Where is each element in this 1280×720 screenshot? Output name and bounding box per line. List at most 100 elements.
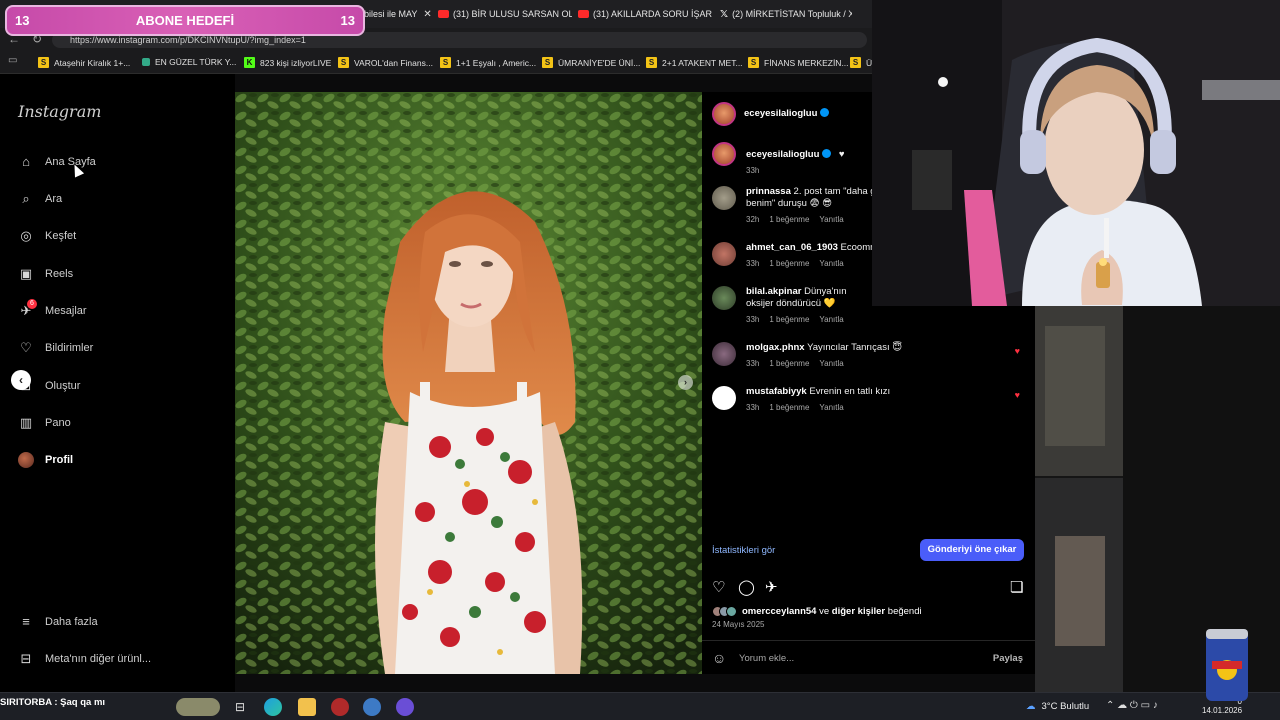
discord-icon[interactable] — [396, 698, 414, 716]
obs-icon[interactable] — [331, 698, 349, 716]
nav-notifications[interactable]: ♡ Bildirimler — [18, 338, 93, 358]
bookmark[interactable]: EN GÜZEL TÜRK Y... — [142, 57, 236, 67]
bookmark[interactable]: S VAROL'dan Finans... — [338, 57, 433, 68]
nav-profile[interactable]: Profil — [18, 450, 73, 470]
comment-item: mustafabiyyk Evrenin en tatlı kızı 33h 1 … — [712, 386, 1032, 416]
liked-heart-icon[interactable]: ♥ — [1015, 390, 1020, 400]
next-image-icon[interactable]: › — [678, 375, 693, 390]
comment-user[interactable]: ahmet_can_06_1903 — [746, 242, 838, 253]
comment-user[interactable]: prinnassa — [746, 186, 791, 197]
bookmark[interactable]: S Ataşehir Kiralık 1+... — [38, 57, 130, 68]
avatar[interactable] — [712, 342, 736, 366]
nav-label: Daha fazla — [45, 616, 98, 628]
nav-label: Keşfet — [45, 230, 77, 242]
system-tray-icons[interactable]: ⌃ ☁ ⏻ ▭ ♪ — [1106, 700, 1158, 711]
browser-tab[interactable]: bilesi ile MAY ✕ — [364, 5, 434, 23]
x-icon: 𝕏 — [720, 8, 729, 20]
bookmark-label: Ataşehir Kiralık 1+... — [54, 57, 131, 68]
close-icon[interactable]: ✕ — [423, 9, 431, 20]
post-author[interactable]: eceyesilaliogluu — [744, 108, 830, 119]
nav-label: Oluştur — [45, 380, 81, 392]
avatar[interactable] — [712, 102, 736, 126]
app-icon[interactable] — [363, 698, 381, 716]
comment-likes[interactable]: 1 beğenme — [769, 403, 809, 412]
bookmark[interactable]: S ÜMRANİYE'DE ÜNİ... — [542, 57, 640, 68]
bookmark-icon[interactable]: ❏ — [1010, 578, 1023, 596]
comment-likes[interactable]: 1 beğenme — [769, 315, 809, 324]
comment-time: 33h — [746, 359, 760, 368]
reply-button[interactable]: Yanıtla — [819, 259, 843, 268]
reply-button[interactable]: Yanıtla — [819, 215, 843, 224]
post-actions: ♡ ◯ ✈ ❏ — [712, 578, 1026, 596]
tab-label: (2) MİRKETİSTAN Topluluk / X — [732, 9, 852, 19]
liked-heart-icon[interactable]: ♥ — [1015, 346, 1020, 356]
nav-search[interactable]: ⌕ Ara — [18, 189, 62, 209]
comment-user[interactable]: molgax.phnx — [746, 342, 805, 353]
nav-more[interactable]: ≡ Daha fazla — [18, 612, 98, 632]
view-insights-link[interactable]: İstatistikleri gör — [712, 545, 775, 556]
comment-user[interactable]: mustafabiyyk — [746, 386, 807, 397]
nav-explore[interactable]: ◎ Keşfet — [18, 226, 76, 246]
comment-icon[interactable]: ◯ — [738, 578, 755, 596]
post-date: 24 Mayıs 2025 — [712, 620, 765, 629]
weather-widget[interactable]: ☁ 3°C Bulutlu — [1026, 701, 1089, 712]
avatar — [18, 452, 34, 468]
youtube-icon — [578, 10, 589, 18]
messenger-icon: ✈ 6 — [18, 299, 37, 319]
nav-meta-products[interactable]: ⊟ Meta'nın diğer ürünl... — [18, 649, 152, 669]
browser-tab[interactable]: (31) BİR ULUSU SARSAN OLA ✕ — [438, 5, 572, 23]
bookmark[interactable]: S FİNANS MERKEZİN... — [748, 57, 849, 68]
liked-by[interactable]: omercceylann54 ve diğer kişiler beğendi — [712, 606, 922, 617]
browser-tab[interactable]: 𝕏 (2) MİRKETİSTAN Topluluk / X ✕ — [720, 5, 852, 23]
nav-reels[interactable]: ▣ Reels — [18, 264, 73, 284]
avatar[interactable] — [712, 386, 736, 410]
caption-author[interactable]: eceyesilaliogluu — [746, 149, 819, 160]
bookmark[interactable]: SÜ — [850, 57, 872, 68]
liked-by-user[interactable]: omercceylann54 — [742, 606, 816, 617]
bookmark[interactable]: S 2+1 ATAKENT MET... — [646, 57, 743, 68]
liked-by-others[interactable]: diğer kişiler — [832, 606, 885, 617]
comment-likes[interactable]: 1 beğenme — [769, 259, 809, 268]
emoji-icon[interactable]: ☺ — [712, 650, 726, 666]
youtube-icon — [438, 10, 449, 18]
avatar[interactable] — [712, 242, 736, 266]
browser-tab[interactable]: (31) AKILLARDA SORU İŞARE ✕ — [578, 5, 712, 23]
bookmark-s-icon: S — [542, 57, 553, 68]
comment-likes[interactable]: 1 beğenme — [769, 215, 809, 224]
comment-input[interactable]: Yorum ekle... — [739, 653, 794, 664]
comment-text: Ecoomm — [840, 242, 876, 253]
post-photo[interactable]: › — [235, 92, 702, 674]
share-icon[interactable]: ✈ — [765, 578, 778, 596]
reply-button[interactable]: Yanıtla — [819, 403, 843, 412]
post-comment-button[interactable]: Paylaş — [993, 653, 1023, 664]
comment-user[interactable]: bilal.akpinar — [746, 286, 801, 297]
nav-home[interactable]: ⌂ Ana Sayfa — [18, 152, 96, 172]
bookmarks-icon[interactable]: ▭ — [8, 55, 17, 66]
nav-messages[interactable]: ✈ 6 Mesajlar — [18, 299, 87, 321]
bookmark[interactable]: S 1+1 Eşyalı , Americ... — [440, 57, 536, 68]
liked-by-suffix: beğendi — [887, 606, 922, 617]
task-view-icon[interactable]: ⊟ — [231, 698, 249, 716]
avatar[interactable] — [712, 286, 736, 310]
nav-dashboard[interactable]: ▥ Pano — [18, 413, 71, 433]
chat-ticker: SIRITORBA : Şaq qa mı — [0, 697, 106, 708]
avatar[interactable] — [712, 186, 736, 210]
bookmark-label: 1+1 Eşyalı , Americ... — [456, 57, 537, 68]
reply-button[interactable]: Yanıtla — [819, 359, 843, 368]
cat-widget — [176, 698, 220, 716]
boost-post-button[interactable]: Gönderiyi öne çıkar — [920, 539, 1024, 561]
bookmark[interactable]: K 823 kişi izliyorLIVE — [244, 57, 331, 68]
avatar[interactable] — [712, 142, 736, 166]
nav-label: Meta'nın diğer ürünl... — [45, 653, 152, 665]
previous-post-button[interactable]: ‹ — [11, 370, 31, 390]
post-image — [235, 92, 702, 674]
clock-date: 14.01.2026 — [1202, 706, 1243, 715]
bookmark-s-icon: S — [850, 57, 861, 68]
webcam-overlay — [872, 0, 1280, 306]
file-explorer-icon[interactable] — [298, 698, 316, 716]
edge-icon[interactable] — [264, 698, 282, 716]
comment-likes[interactable]: 1 beğenme — [769, 359, 809, 368]
reply-button[interactable]: Yanıtla — [819, 315, 843, 324]
instagram-logo[interactable]: Instagram — [18, 102, 101, 121]
like-icon[interactable]: ♡ — [712, 578, 725, 596]
